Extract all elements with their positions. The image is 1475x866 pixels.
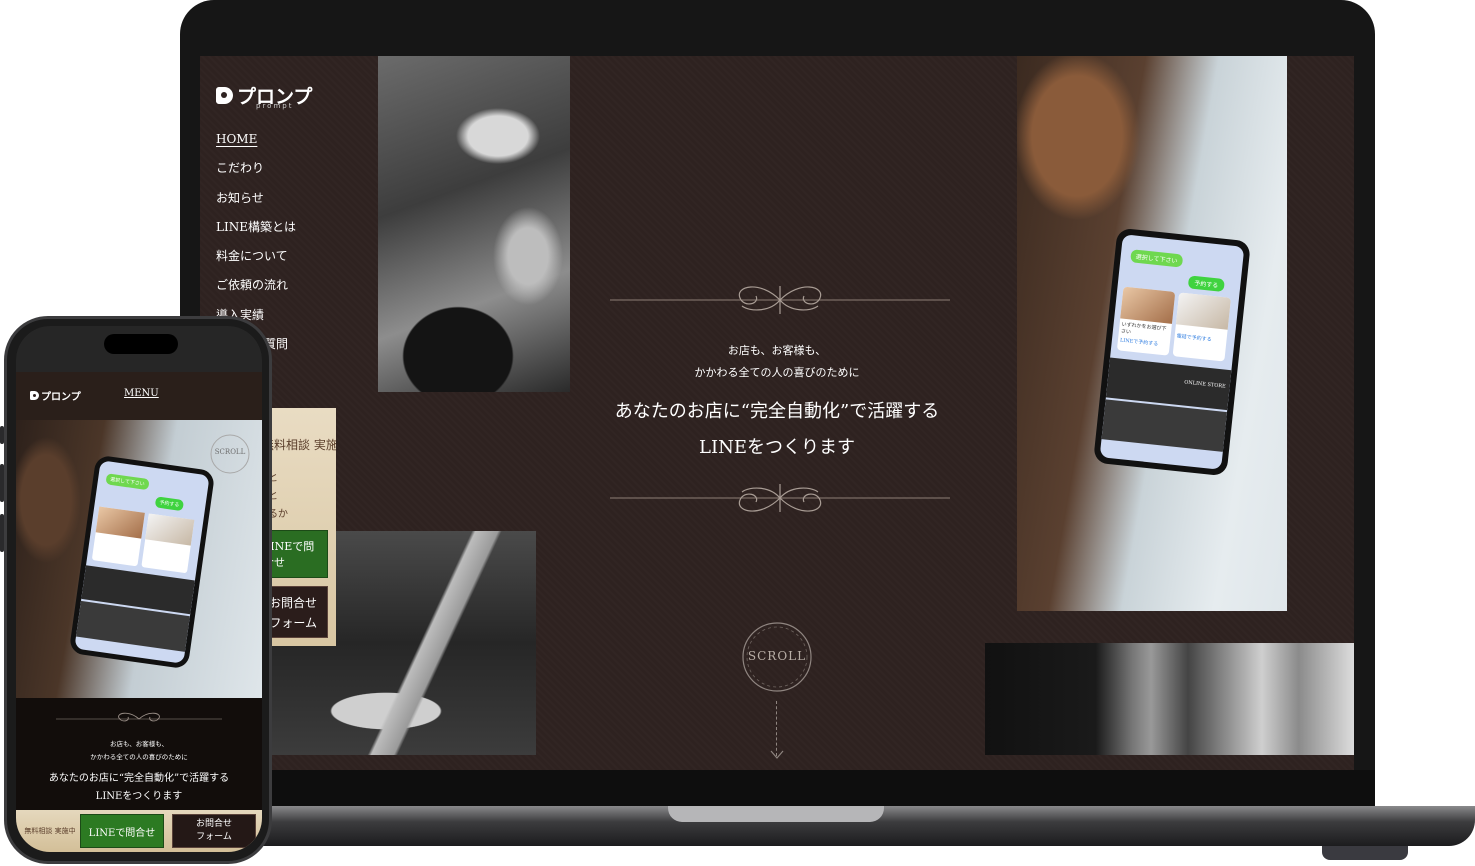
hero-title: あなたのお店に“完全自動化”で活躍する LINEをつくります: [614, 401, 940, 458]
chat-card: [141, 513, 195, 574]
mobile-cta-bar: 無料相談 実施中 LINEで問合せ お問合せ フォーム: [16, 810, 262, 852]
smartphone-mockup: 選択して下さい 予約する いずれかをお選び下さい LINEで予約する 電話で予約…: [1093, 227, 1251, 477]
menu-button[interactable]: MENU: [124, 388, 159, 399]
campaign-panel: 無料相談 実施中 と と るか LINEで問合せ お問合せ フォーム: [262, 408, 336, 646]
laptop-foot: [1322, 846, 1408, 860]
smartphone-hand-photo: 選択して下さい 予約する いずれかをお選び下さい LINEで予約する 電話で予約…: [1017, 56, 1287, 611]
smartphone-mockup: 選択して下さい 予約する: [68, 454, 216, 670]
logo-mark-icon: [30, 391, 39, 400]
nav-item-flow[interactable]: ご依頼の流れ: [216, 276, 296, 305]
chat-card: 電話で予約する: [1172, 292, 1231, 362]
scroll-label: SCROLL: [747, 649, 807, 663]
mobile-hero-title: あなたのお店に“完全自動化”で活躍する LINEをつくります: [48, 773, 230, 802]
scroll-label: SCROLL: [214, 448, 246, 456]
mobile-hero-photo: 選択して下さい 予約する SCROLL: [16, 420, 262, 698]
nav-item-pricing[interactable]: 料金について: [216, 247, 296, 276]
arrow-down-icon: [770, 750, 784, 759]
chat-bubble: 選択して下さい: [105, 473, 150, 491]
ornament-divider: [56, 712, 222, 722]
mobile-hero: お店も、お客様も、 かかわる全ての人の喜びのために あなたのお店に“完全自動化”…: [16, 698, 262, 810]
mobile-logo-text: プロンプ: [41, 392, 81, 403]
chat-card: いずれかをお選び下さい LINEで予約する: [1116, 286, 1176, 356]
logo-subtitle: prompt: [256, 102, 294, 110]
barber-pole-photo: [985, 643, 1354, 755]
mobile-logo[interactable]: プロンプ: [30, 388, 81, 403]
mobile-header: プロンプ MENU: [16, 372, 262, 420]
ornament-divider: [610, 286, 950, 314]
chat-bubble: 予約する: [154, 496, 185, 512]
laptop-chin: [180, 770, 1375, 806]
hero-subtitle: お店も、お客様も、 かかわる全ての人の喜びのために: [694, 344, 860, 379]
dynamic-island: [104, 334, 178, 354]
chat-card: [91, 506, 145, 567]
desktop-site: 選択して下さい 予約する いずれかをお選び下さい LINEで予約する 電話で予約…: [200, 56, 1354, 770]
chat-bubble: 予約する: [1187, 275, 1225, 293]
chat-bubble: 選択して下さい: [1130, 249, 1184, 268]
form-contact-button[interactable]: お問合せ フォーム: [172, 814, 256, 848]
nav-item-news[interactable]: お知らせ: [216, 189, 296, 218]
haircut-photo: [378, 56, 570, 392]
laptop-notch: [668, 806, 884, 822]
mobile-hero-subtitle: お店も、お客様も、 かかわる全ての人の喜びのために: [90, 740, 188, 761]
nav-item-home[interactable]: HOME: [216, 130, 296, 159]
logo-mark-icon: [216, 87, 233, 104]
mobile-site: プロンプ MENU 選択して下さい 予約する SCROLL お店も、お客様も、 …: [16, 326, 262, 852]
line-contact-button[interactable]: LINEで問合せ: [80, 814, 164, 848]
scroll-line: [776, 701, 779, 756]
shop-banner-text: ONLINE STORE: [1183, 379, 1226, 390]
campaign-title: 無料相談 実施中: [262, 438, 336, 452]
campaign-label: 無料相談 実施中: [24, 827, 76, 835]
ornament-divider: [610, 484, 950, 512]
nav-item-line-about[interactable]: LINE構築とは: [216, 218, 296, 247]
nav-item-kodawari[interactable]: こだわり: [216, 159, 296, 188]
